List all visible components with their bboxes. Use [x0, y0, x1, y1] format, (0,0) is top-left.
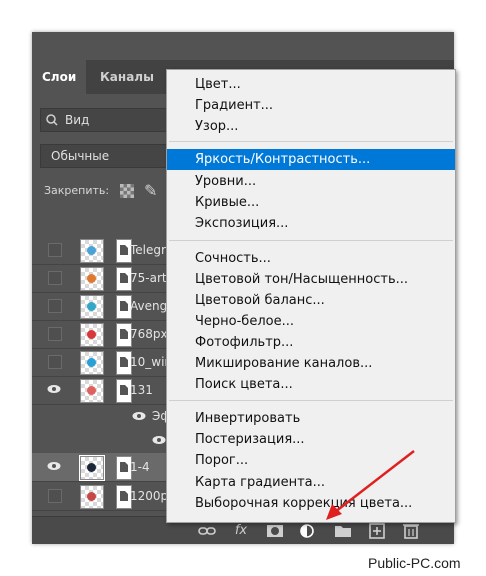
arrow-line [334, 450, 415, 513]
watermark: Public-PC.com [368, 555, 461, 571]
arrow-head [326, 504, 342, 520]
annotation-arrow [326, 450, 415, 520]
